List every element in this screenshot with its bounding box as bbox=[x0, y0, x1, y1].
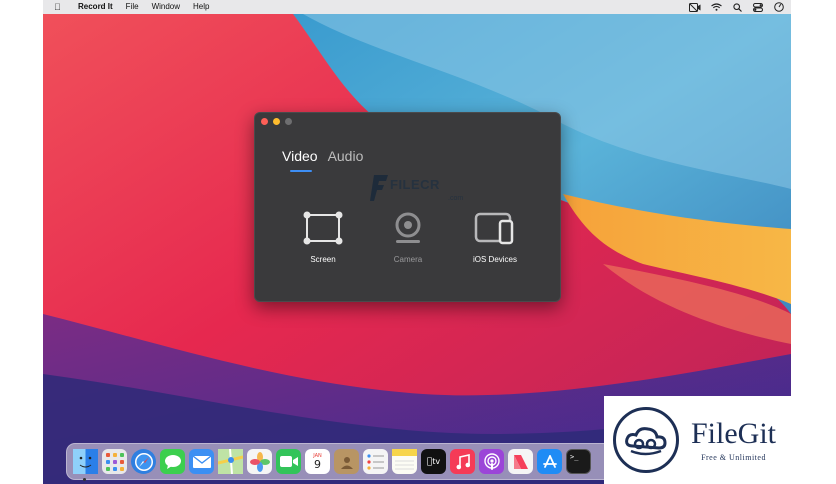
window-controls bbox=[261, 118, 292, 125]
facetime-icon[interactable] bbox=[276, 449, 301, 474]
dock: JAN 9 tv >_ bbox=[66, 443, 649, 481]
option-screen-label: Screen bbox=[310, 255, 336, 264]
mail-icon[interactable] bbox=[189, 449, 214, 474]
menu-app-name[interactable]: Record It bbox=[78, 0, 113, 14]
menu-file[interactable]: File bbox=[126, 0, 139, 14]
apple-tv-icon[interactable]: tv bbox=[421, 449, 446, 474]
camera-icon bbox=[368, 210, 448, 246]
calendar-icon[interactable]: JAN 9 bbox=[305, 449, 330, 474]
tab-audio[interactable]: Audio bbox=[328, 148, 364, 164]
app-store-icon[interactable] bbox=[537, 449, 562, 474]
close-button[interactable] bbox=[261, 118, 268, 125]
ios-devices-icon bbox=[455, 210, 535, 246]
filegit-tagline: Free & Unlimited bbox=[701, 453, 766, 462]
search-icon[interactable] bbox=[731, 0, 743, 14]
finder-icon[interactable] bbox=[73, 449, 98, 474]
messages-icon[interactable] bbox=[160, 449, 185, 474]
filecr-logo-icon bbox=[370, 173, 390, 203]
option-camera-label: Camera bbox=[393, 255, 423, 264]
control-center-icon[interactable] bbox=[752, 0, 764, 14]
menu-window[interactable]: Window bbox=[152, 0, 180, 14]
filegit-logo-icon bbox=[613, 407, 679, 473]
filegit-brand: FileGit Free & Unlimited bbox=[691, 417, 777, 463]
tab-video[interactable]: Video bbox=[282, 148, 318, 164]
record-it-window: Video Audio FILECR .com Screen Camera iO… bbox=[254, 112, 561, 302]
apple-tv-label: tv bbox=[429, 457, 440, 466]
apple-icon[interactable]:  bbox=[54, 0, 66, 14]
menu-help[interactable]: Help bbox=[193, 0, 209, 14]
wifi-icon[interactable] bbox=[710, 0, 722, 14]
clock-icon[interactable] bbox=[773, 0, 785, 14]
podcasts-icon[interactable] bbox=[479, 449, 504, 474]
photos-icon[interactable] bbox=[247, 449, 272, 474]
option-ios-devices[interactable]: iOS Devices bbox=[455, 210, 535, 264]
screen-capture-icon bbox=[283, 210, 363, 246]
watermark-suffix: .com bbox=[448, 195, 464, 202]
zoom-button[interactable] bbox=[285, 118, 292, 125]
watermark-text: FILECR bbox=[390, 177, 440, 192]
option-camera[interactable]: Camera bbox=[368, 210, 448, 264]
safari-icon[interactable] bbox=[131, 449, 156, 474]
calendar-day: 9 bbox=[314, 457, 321, 471]
news-icon[interactable] bbox=[508, 449, 533, 474]
music-icon[interactable] bbox=[450, 449, 475, 474]
finder-running-indicator bbox=[83, 478, 86, 481]
notes-icon[interactable] bbox=[392, 449, 417, 474]
maps-icon[interactable] bbox=[218, 449, 243, 474]
filecr-watermark: FILECR .com bbox=[370, 173, 463, 203]
option-ios-devices-label: iOS Devices bbox=[472, 255, 517, 264]
menu-bar:  Record It File Window Help bbox=[43, 0, 791, 14]
reminders-icon[interactable] bbox=[363, 449, 388, 474]
launchpad-icon[interactable] bbox=[102, 449, 127, 474]
option-screen[interactable]: Screen bbox=[283, 210, 363, 264]
active-tab-indicator bbox=[290, 170, 312, 172]
filegit-watermark: FileGit Free & Unlimited bbox=[604, 396, 836, 484]
contacts-icon[interactable] bbox=[334, 449, 359, 474]
terminal-icon[interactable]: >_ bbox=[566, 449, 591, 474]
filegit-name: FileGit bbox=[691, 417, 777, 450]
screen-record-icon[interactable] bbox=[689, 0, 701, 14]
menu-status-area bbox=[689, 0, 785, 14]
mode-tabs: Video Audio bbox=[282, 148, 363, 164]
minimize-button[interactable] bbox=[273, 118, 280, 125]
